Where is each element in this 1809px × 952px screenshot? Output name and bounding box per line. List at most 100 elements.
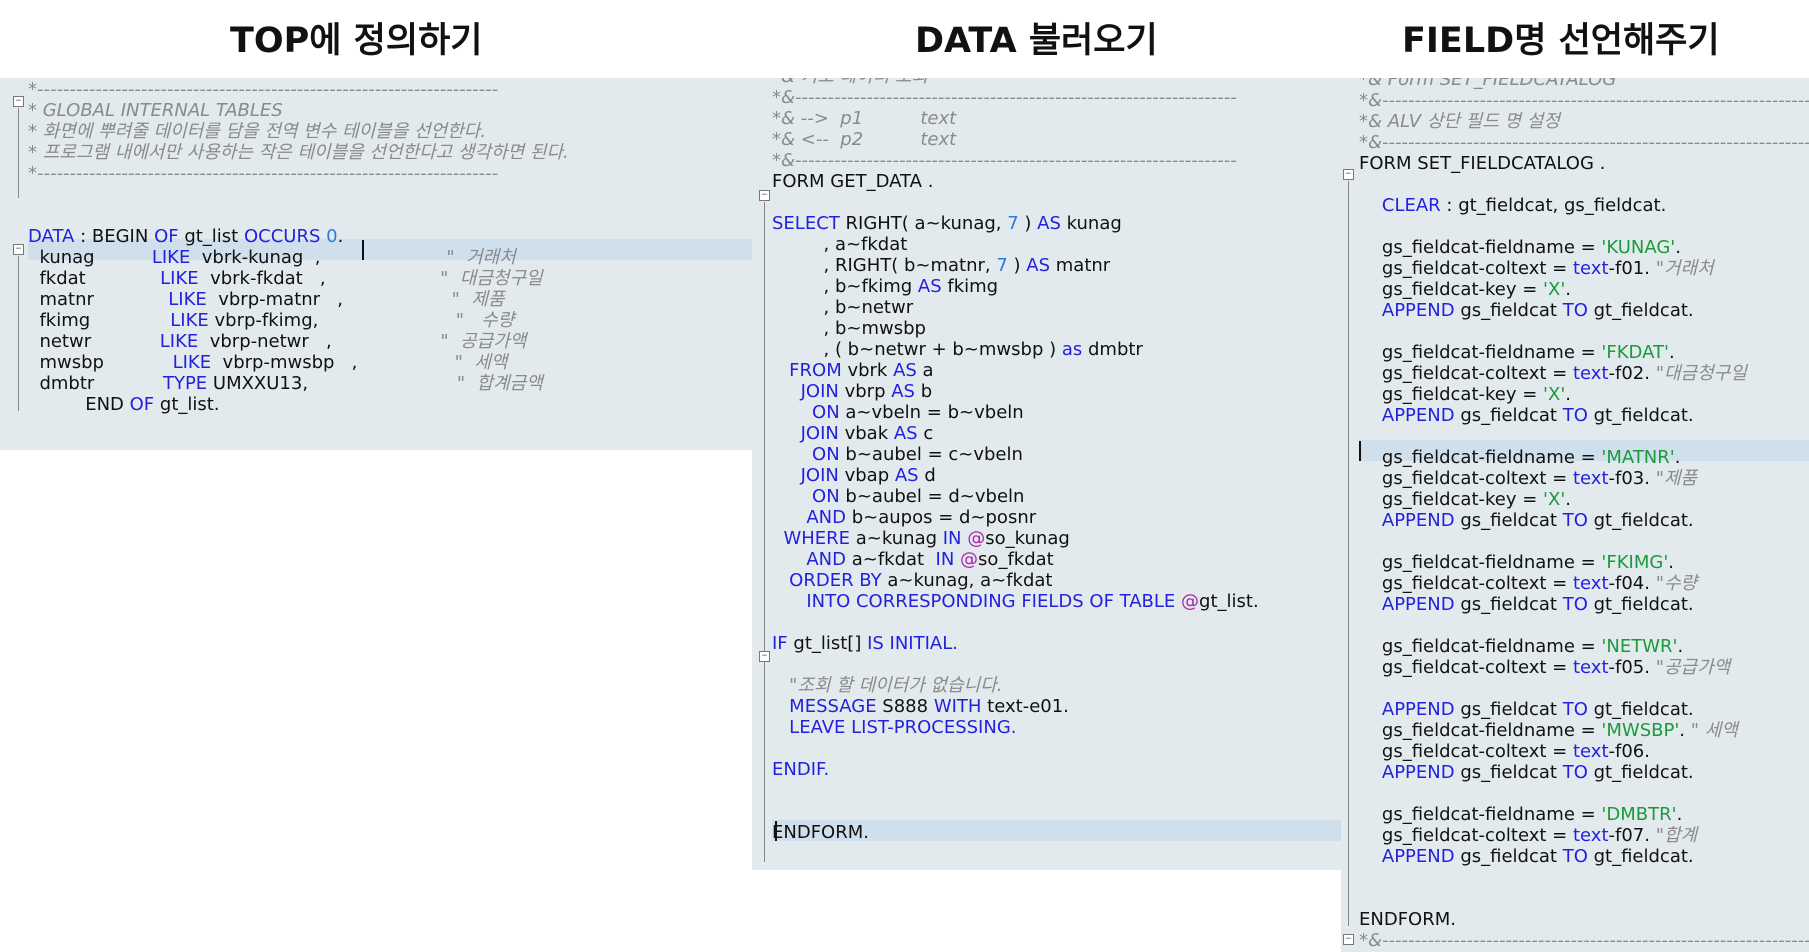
title-field-declaration: FIELD명 선언해주기 [1402, 21, 1720, 61]
code-line[interactable]: ENDFORM. [1359, 909, 1456, 930]
code-line[interactable]: IF gt_list[] IS INITIAL. [772, 633, 958, 654]
code-line[interactable]: *---------------------------------------… [28, 163, 498, 184]
code-line[interactable]: *&--------------------------------------… [1359, 930, 1809, 951]
code-comment: * GLOBAL INTERNAL TABLES [28, 100, 283, 121]
code-line[interactable]: APPEND gs_fieldcat TO gt_fieldcat. [1359, 300, 1694, 321]
code-line[interactable]: gs_fieldcat-coltext = text-f02. "대금청구일 [1359, 363, 1747, 384]
code-line[interactable]: JOIN vbrp AS b [772, 381, 933, 402]
code-line[interactable]: gs_fieldcat-coltext = text-f05. "공급가액 [1359, 657, 1730, 678]
code-line[interactable]: *&--------------------------------------… [1359, 132, 1809, 153]
code-token: -f01. [1608, 258, 1656, 279]
fold-toggle-icon[interactable]: − [13, 96, 24, 107]
fold-toggle-icon[interactable]: − [1343, 169, 1354, 180]
code-line[interactable]: APPEND gs_fieldcat TO gt_fieldcat. [1359, 699, 1694, 720]
code-line[interactable]: gs_fieldcat-key = 'X'. [1359, 384, 1571, 405]
code-line[interactable]: kunag LIKE vbrk-kunag , " 거래처 [28, 247, 515, 268]
code-line[interactable]: gs_fieldcat-fieldname = 'KUNAG'. [1359, 237, 1681, 258]
code-line[interactable]: APPEND gs_fieldcat TO gt_fieldcat. [1359, 594, 1694, 615]
code-line[interactable]: , b~netwr [772, 297, 913, 318]
code-line[interactable]: , b~mwsbp [772, 318, 925, 339]
code-line[interactable]: , ( b~netwr + b~mwsbp ) as dmbtr [772, 339, 1142, 360]
code-token: , ( b~netwr + b~mwsbp ) [772, 339, 1062, 360]
code-line[interactable]: , a~fkdat [772, 234, 907, 255]
code-line[interactable]: * 프로그램 내에서만 사용하는 작은 테이블을 선언한다고 생각하면 된다. [28, 142, 569, 163]
editor-panel-set-fieldcatalog[interactable]: − − *& Form SET_FIELDCATALOG *&----------… [1341, 78, 1809, 952]
code-line[interactable]: APPEND gs_fieldcat TO gt_fieldcat. [1359, 762, 1694, 783]
code-line[interactable]: gs_fieldcat-fieldname = 'MWSBP'. " 세액 [1359, 720, 1738, 741]
code-line[interactable]: LEAVE LIST-PROCESSING. [772, 717, 1016, 738]
code-line[interactable]: gs_fieldcat-coltext = text-f03. "제품 [1359, 468, 1697, 489]
code-token: gt_list. [1199, 591, 1259, 612]
code-keyword: MESSAGE [772, 696, 883, 717]
code-line[interactable]: JOIN vbap AS d [772, 465, 936, 486]
editor-panel-top-include[interactable]: − − *-----------------------------------… [0, 78, 752, 450]
code-line[interactable]: gs_fieldcat-fieldname = 'FKDAT'. [1359, 342, 1675, 363]
fold-toggle-icon[interactable]: − [1343, 934, 1354, 945]
code-line[interactable]: ENDFORM. [772, 822, 869, 843]
code-line[interactable]: INTO CORRESPONDING FIELDS OF TABLE @gt_l… [772, 591, 1259, 612]
code-line[interactable]: gs_fieldcat-key = 'X'. [1359, 279, 1571, 300]
code-line[interactable]: FROM vbrk AS a [772, 360, 933, 381]
code-line[interactable]: *&--------------------------------------… [1359, 90, 1809, 111]
code-line[interactable]: ENDIF. [772, 759, 829, 780]
code-line[interactable]: dmbtr TYPE UMXXU13, " 합계금액 [28, 373, 542, 394]
code-line[interactable]: matnr LIKE vbrp-matnr , " 제품 [28, 289, 504, 310]
code-token: a~kunag, a~fkdat [887, 570, 1053, 591]
code-line[interactable]: netwr LIKE vbrp-netwr , " 공급가액 [28, 331, 526, 352]
code-line[interactable]: *& --> p1 text [772, 108, 956, 129]
code-line[interactable]: gs_fieldcat-coltext = text-f07. "합계 [1359, 825, 1697, 846]
code-line[interactable]: SELECT RIGHT( a~kunag, 7 ) AS kunag [772, 213, 1122, 234]
code-line[interactable]: FORM GET_DATA . [772, 171, 933, 192]
code-token: gt_fieldcat. [1593, 594, 1694, 615]
code-line[interactable]: MESSAGE S888 WITH text-e01. [772, 696, 1069, 717]
code-line[interactable]: ON b~aubel = d~vbeln [772, 486, 1024, 507]
code-line[interactable]: ORDER BY a~kunag, a~fkdat [772, 570, 1052, 591]
code-line[interactable]: WHERE a~kunag IN @so_kunag [772, 528, 1069, 549]
code-line[interactable]: gs_fieldcat-coltext = text-f04. "수량 [1359, 573, 1697, 594]
code-line[interactable]: gs_fieldcat-coltext = text-f06. [1359, 741, 1650, 762]
code-line[interactable]: gs_fieldcat-coltext = text-f01. "거래처 [1359, 258, 1714, 279]
code-line[interactable]: AND a~fkdat IN @so_fkdat [772, 549, 1053, 570]
code-token: gt_fieldcat. [1593, 699, 1694, 720]
code-line[interactable]: *---------------------------------------… [28, 79, 498, 100]
code-line[interactable]: , b~fkimg AS fkimg [772, 276, 998, 297]
code-line[interactable]: * 화면에 뿌려줄 데이터를 담을 전역 변수 테이블을 선언한다. [28, 121, 486, 142]
code-line[interactable]: *&--------------------------------------… [772, 87, 1237, 108]
code-line[interactable]: APPEND gs_fieldcat TO gt_fieldcat. [1359, 846, 1694, 867]
code-line[interactable]: , RIGHT( b~matnr, 7 ) AS matnr [772, 255, 1110, 276]
code-line[interactable]: * GLOBAL INTERNAL TABLES [28, 100, 283, 121]
code-line[interactable]: *& 기초 데이터 조회 [772, 78, 928, 87]
fold-toggle-icon[interactable]: − [13, 244, 24, 255]
code-line[interactable]: *& <-- p2 text [772, 129, 956, 150]
code-line[interactable]: gs_fieldcat-fieldname = 'FKIMG'. [1359, 552, 1674, 573]
code-line[interactable]: gs_fieldcat-key = 'X'. [1359, 489, 1571, 510]
code-keyword: text [1572, 258, 1609, 279]
code-line[interactable]: "조회 할 데이터가 없습니다. [772, 675, 1002, 696]
code-comment: *& 기초 데이터 조회 [772, 78, 928, 87]
code-line[interactable]: gs_fieldcat-fieldname = 'MATNR'. [1359, 447, 1681, 468]
code-line[interactable]: END OF gt_list. [28, 394, 219, 415]
code-line[interactable]: CLEAR : gt_fieldcat, gs_fieldcat. [1359, 195, 1666, 216]
code-line[interactable]: fkdat LIKE vbrk-fkdat , " 대금청구일 [28, 268, 542, 289]
editor-panel-get-data[interactable]: − − *& 기초 데이터 조회*&----------------------… [752, 78, 1341, 870]
code-keyword: FROM [772, 360, 848, 381]
code-line[interactable]: FORM SET_FIELDCATALOG . [1359, 153, 1605, 174]
code-line[interactable]: gs_fieldcat-fieldname = 'NETWR'. [1359, 636, 1683, 657]
fold-toggle-icon[interactable]: − [759, 190, 770, 201]
code-line[interactable]: mwsbp LIKE vbrp-mwsbp , " 세액 [28, 352, 507, 373]
code-line[interactable]: ON b~aubel = c~vbeln [772, 444, 1023, 465]
fold-toggle-icon[interactable]: − [759, 651, 770, 662]
code-line[interactable]: *& Form SET_FIELDCATALOG [1359, 78, 1616, 90]
code-line[interactable]: *&--------------------------------------… [772, 150, 1237, 171]
code-line[interactable]: AND b~aupos = d~posnr [772, 507, 1036, 528]
code-line[interactable]: DATA : BEGIN OF gt_list OCCURS 0. [28, 226, 343, 247]
code-keyword: JOIN [772, 465, 845, 486]
code-line[interactable]: fkimg LIKE vbrp-fkimg, " 수량 [28, 310, 514, 331]
code-line[interactable]: JOIN vbak AS c [772, 423, 934, 444]
code-line[interactable]: *& ALV 상단 필드 명 설정 [1359, 111, 1560, 132]
code-line[interactable]: APPEND gs_fieldcat TO gt_fieldcat. [1359, 405, 1694, 426]
code-line[interactable]: gs_fieldcat-fieldname = 'DMBTR'. [1359, 804, 1682, 825]
code-line[interactable]: APPEND gs_fieldcat TO gt_fieldcat. [1359, 510, 1694, 531]
code-token: gs_fieldcat [1460, 762, 1563, 783]
code-line[interactable]: ON a~vbeln = b~vbeln [772, 402, 1024, 423]
